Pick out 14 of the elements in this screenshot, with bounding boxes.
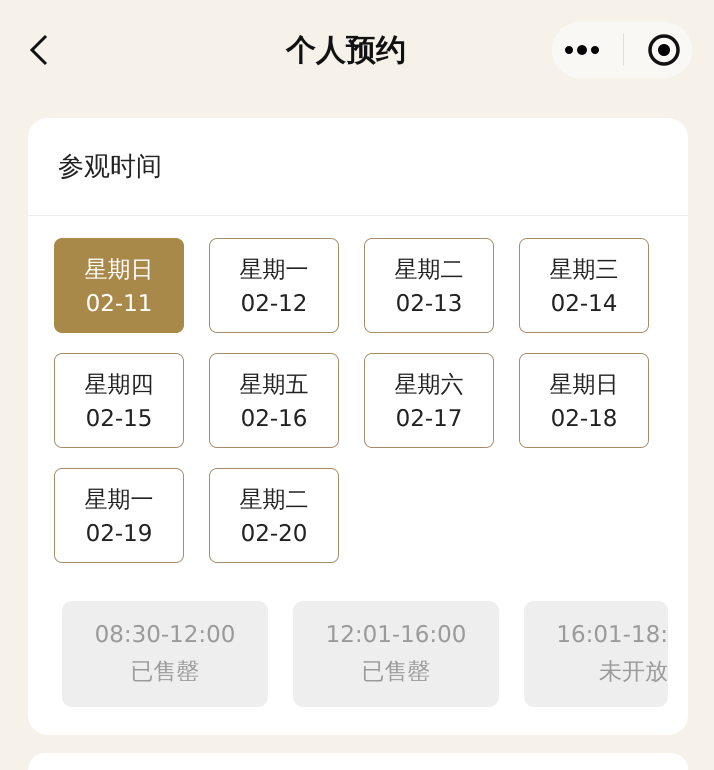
- date-option[interactable]: 星期四 02-15: [54, 353, 184, 448]
- date-option[interactable]: 星期一 02-12: [209, 238, 339, 333]
- date-option[interactable]: 星期二 02-13: [364, 238, 494, 333]
- date-option[interactable]: 星期五 02-16: [209, 353, 339, 448]
- date-option[interactable]: 星期日 02-18: [519, 353, 649, 448]
- date-option[interactable]: 星期六 02-17: [364, 353, 494, 448]
- back-icon[interactable]: [28, 33, 50, 67]
- date-option[interactable]: 星期二 02-20: [209, 468, 339, 563]
- page-title: 个人预约: [284, 32, 407, 70]
- section-title: 参观时间: [28, 118, 688, 216]
- date-option[interactable]: 星期一 02-19: [54, 468, 184, 563]
- more-icon[interactable]: [564, 44, 600, 56]
- close-icon[interactable]: [646, 33, 680, 67]
- date-option[interactable]: 星期三 02-14: [519, 238, 649, 333]
